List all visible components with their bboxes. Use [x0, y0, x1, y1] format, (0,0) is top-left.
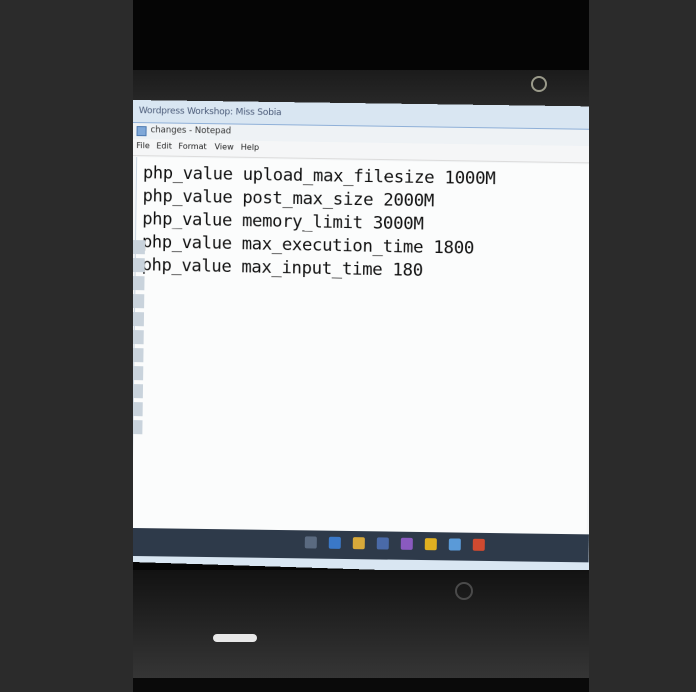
right-margin — [589, 0, 696, 692]
webcam-icon — [531, 76, 547, 92]
menu-edit[interactable]: Edit — [156, 141, 172, 150]
text-editor-area[interactable]: php_value upload_max_filesize 1000M php_… — [133, 157, 589, 558]
menu-file[interactable]: File — [136, 141, 150, 150]
visual-studio-icon[interactable] — [400, 537, 413, 550]
notepad-window[interactable]: changes - Notepad File Edit Format View … — [133, 121, 589, 558]
left-margin — [0, 0, 133, 692]
window-title: Wordpress Workshop: Miss Sobia — [138, 106, 282, 119]
menu-view[interactable]: View — [215, 142, 234, 151]
code-line: php_value max_execution_time 1800 — [141, 232, 475, 259]
code-line: php_value max_input_time 180 — [141, 255, 424, 282]
hp-logo-icon — [455, 582, 473, 600]
laptop-photo: Wordpress Workshop: Miss Sobia changes -… — [133, 0, 589, 692]
laptop-bottom-bezel — [133, 570, 589, 692]
notepad-icon — [136, 126, 147, 137]
menu-format[interactable]: Format — [178, 142, 206, 151]
chrome-icon[interactable] — [472, 538, 485, 551]
store-icon[interactable] — [376, 537, 389, 550]
app-icon[interactable] — [424, 538, 437, 551]
bottom-edge — [133, 678, 589, 692]
laptop-screen: Wordpress Workshop: Miss Sobia changes -… — [133, 100, 589, 577]
hinge-highlight — [213, 634, 257, 642]
notepad-title: changes - Notepad — [150, 125, 232, 137]
code-line: php_value memory_limit 3000M — [142, 209, 424, 235]
code-line: php_value upload_max_filesize 1000M — [142, 163, 496, 190]
menu-help[interactable]: Help — [241, 143, 260, 152]
app-icon[interactable] — [448, 538, 461, 551]
browser-icon[interactable] — [328, 536, 341, 549]
task-view-icon[interactable] — [304, 536, 317, 549]
code-line: php_value post_max_size 2000M — [142, 186, 435, 212]
folder-icon[interactable] — [352, 537, 365, 550]
